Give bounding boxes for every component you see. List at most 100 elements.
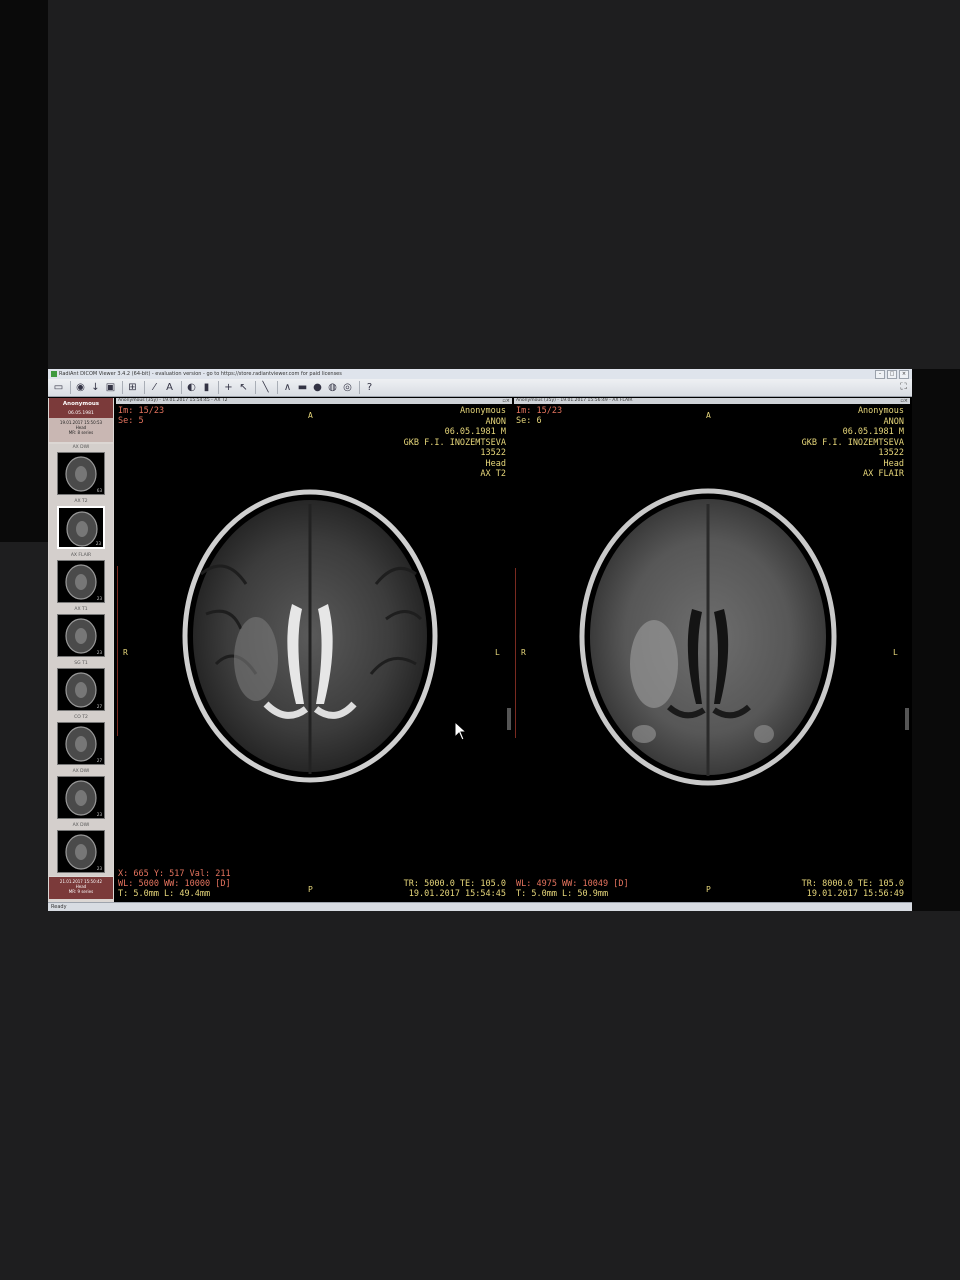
series-label: AX FLAIR [70,553,92,558]
window-controls: – □ × [875,370,909,379]
toolbar-separator [181,381,182,394]
overlay-dob-sex: 06.05.1981 M [842,427,904,437]
toolbar: ▭ ◉ ↓ ▣ ⊞ ⁄ A ◐ ▮ + ↖ ╲ ∧ ▬ ● ◍ ◎ ? ⛶ [48,379,912,397]
minimize-button[interactable]: – [875,370,885,379]
series-thumbnail[interactable]: 23 [57,614,105,657]
series-thumbnail[interactable]: 23 [57,776,105,819]
layout-icon[interactable]: ⊞ [126,381,139,394]
series-label: AX T2 [74,499,88,504]
overlay-study-id: 13522 [878,448,904,458]
fullscreen-icon[interactable]: ⛶ [898,382,909,393]
series-number: Se: 5 [118,416,144,426]
camera-icon[interactable]: ▬ [296,381,309,394]
series-item[interactable]: AX DWI 23 [49,822,113,876]
letterbox-left [0,0,48,542]
orientation-left: R [123,648,128,657]
series-thumbnail[interactable]: 27 [57,722,105,765]
text-icon[interactable]: A [163,381,176,394]
maximize-button[interactable]: □ [887,370,897,379]
orientation-top: A [308,411,313,420]
save-icon[interactable]: ▣ [104,381,117,394]
measure-icon[interactable]: ╲ [259,381,272,394]
record-icon[interactable]: ● [311,381,324,394]
toolbar-separator [218,381,219,394]
image-number: Im: 15/23 [118,406,165,416]
cursor-icon[interactable]: ↖ [237,381,250,394]
overlay-institution: GKB F.I. INOZEMTSEVA [801,437,904,448]
overlay-body-part: Head [883,458,904,469]
open-folder-icon[interactable]: ▭ [52,381,65,394]
series-thumbnail[interactable]: 23 [57,830,105,873]
series-image-count: 23 [96,866,102,871]
mpr-icon[interactable]: ◎ [341,381,354,394]
cd-icon[interactable]: ◉ [74,381,87,394]
slice-scrollbar[interactable] [905,708,909,730]
study-info[interactable]: 19.01.2017 15:50:53 Head MR: 8 series [49,418,113,442]
viewport-ax-flair[interactable]: Anonymous (35y) - 19.01.2017 15:56:49 - … [514,398,910,902]
study-series-count: MR: 8 series [68,430,94,435]
series-thumbnail[interactable]: 63 [57,452,105,495]
toolbar-separator [122,381,123,394]
download-icon[interactable]: ↓ [89,381,102,394]
dicom-viewer-window: RadiAnt DICOM Viewer 3.4.2 (64-bit) - ev… [48,369,912,911]
study2-series-count: MR: 9 series [68,889,94,894]
toolbar-separator [255,381,256,394]
series-label: AX DWI [72,445,90,450]
crosshair-icon[interactable]: + [222,381,235,394]
orientation-bottom: P [308,885,313,894]
study-sidebar: Anonymous 06.05.1981 19.01.2017 15:50:53… [48,398,114,902]
second-study-info[interactable]: 21.01.2017 15:50:42 Head MR: 9 series [49,877,113,899]
series-label: SG T1 [74,661,88,666]
cursor-readout: X: 665 Y: 517 Val: 211 [118,869,231,879]
help-icon[interactable]: ? [363,381,376,394]
acquisition-datetime: 19.01.2017 15:56:49 [806,889,904,899]
tr-te: TR: 8000.0 TE: 105.0 [801,879,904,889]
letterbox-right [912,369,960,911]
mouse-cursor-icon [454,721,468,741]
toolbar-separator [277,381,278,394]
angle-icon[interactable]: ∧ [281,381,294,394]
viewport-ax-t2[interactable]: Anonymous (35y) - 19.01.2017 15:54:45 - … [116,398,512,902]
close-button[interactable]: × [899,370,909,379]
window-level: WL: 4975 WW: 10049 [D] [516,879,629,889]
patient-dob: 06.05.1981 [68,411,94,416]
tr-te: TR: 5000.0 TE: 105.0 [403,879,506,889]
app-icon [51,371,57,377]
series-image-count: 23 [96,812,102,817]
slice-scrollbar[interactable] [507,708,511,730]
wand-icon[interactable]: ⁄ [148,381,161,394]
series-item[interactable]: SG T1 27 [49,660,113,714]
toolbar-separator [359,381,360,394]
series-thumbnail[interactable]: 27 [57,668,105,711]
orientation-left: R [521,648,526,657]
wl-icon[interactable]: ◐ [185,381,198,394]
series-number: Se: 6 [516,416,542,426]
orientation-top: A [706,411,711,420]
series-item[interactable]: AX DWI 63 [49,444,113,498]
window-level: WL: 5000 WW: 10000 [D] [118,879,231,889]
invert-icon[interactable]: ▮ [200,381,213,394]
series-thumbnail[interactable]: 23 [57,506,105,549]
series-item[interactable]: AX T2 23 [49,498,113,552]
3d-icon[interactable]: ◍ [326,381,339,394]
scale-bar [515,568,516,738]
series-image-count: 23 [95,541,101,546]
series-label: CO T2 [74,715,88,720]
overlay-patient-name: Anonymous [459,406,506,416]
overlay-patient-name: Anonymous [857,406,904,416]
overlay-study-id: 13522 [480,448,506,458]
series-thumbnail[interactable]: 23 [57,560,105,603]
series-item[interactable]: AX DWI 23 [49,768,113,822]
series-item[interactable]: AX FLAIR 23 [49,552,113,606]
series-item[interactable]: CO T2 27 [49,714,113,768]
status-bar: Ready [48,902,912,911]
toolbar-separator [144,381,145,394]
slice-thickness: T: 5.0mm L: 50.9mm [516,889,609,899]
overlay-description: AX FLAIR [863,469,904,479]
overlay-description: AX T2 [480,469,506,479]
series-image-count: 63 [96,488,102,493]
series-item[interactable]: AX T1 23 [49,606,113,660]
series-image-count: 23 [96,650,102,655]
overlay-patient-id: ANON [485,416,506,427]
orientation-right: L [495,648,500,657]
